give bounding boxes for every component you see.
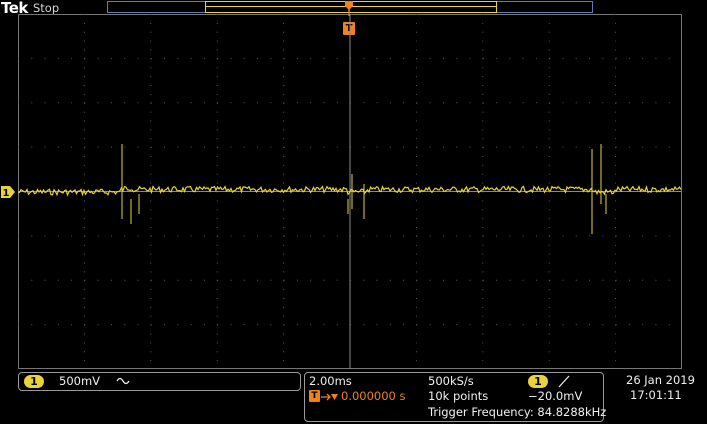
trigger-frequency: Trigger Frequency: 84.8288kHz [428,405,607,419]
trigger-level: −20.0mV [528,389,583,403]
ac-wave-icon [116,377,130,385]
record-length: 10k points [428,389,489,403]
vertical-settings-panel[interactable]: 1 500mV [18,372,301,391]
waveform-display[interactable] [18,14,682,369]
svg-text:1: 1 [3,188,10,199]
trigger-position-value: 0.000000 s [341,389,406,403]
trigger-source-badge: 1 [528,375,548,388]
time-per-div: 2.00ms [309,374,352,388]
channel-1-ground-marker[interactable]: 1 [0,185,16,199]
rising-edge-icon [558,375,570,388]
arrow-right-down-icon [321,393,338,401]
date-label: 26 Jan 2019 [626,373,695,387]
sample-rate: 500kS/s [428,374,474,388]
trigger-position-badge: T [309,390,320,402]
time-label: 17:01:11 [630,388,682,402]
horizontal-settings-panel[interactable]: 2.00ms 500kS/s 1 T 0.000000 s 10k points… [304,372,607,422]
vertical-scale: 500mV [59,374,101,388]
datetime-panel: 26 Jan 2019 17:01:11 [606,372,706,407]
acquisition-status: Stop [33,1,60,15]
channel-1-badge: 1 [24,375,44,388]
brand-logo: Tek [1,0,28,17]
